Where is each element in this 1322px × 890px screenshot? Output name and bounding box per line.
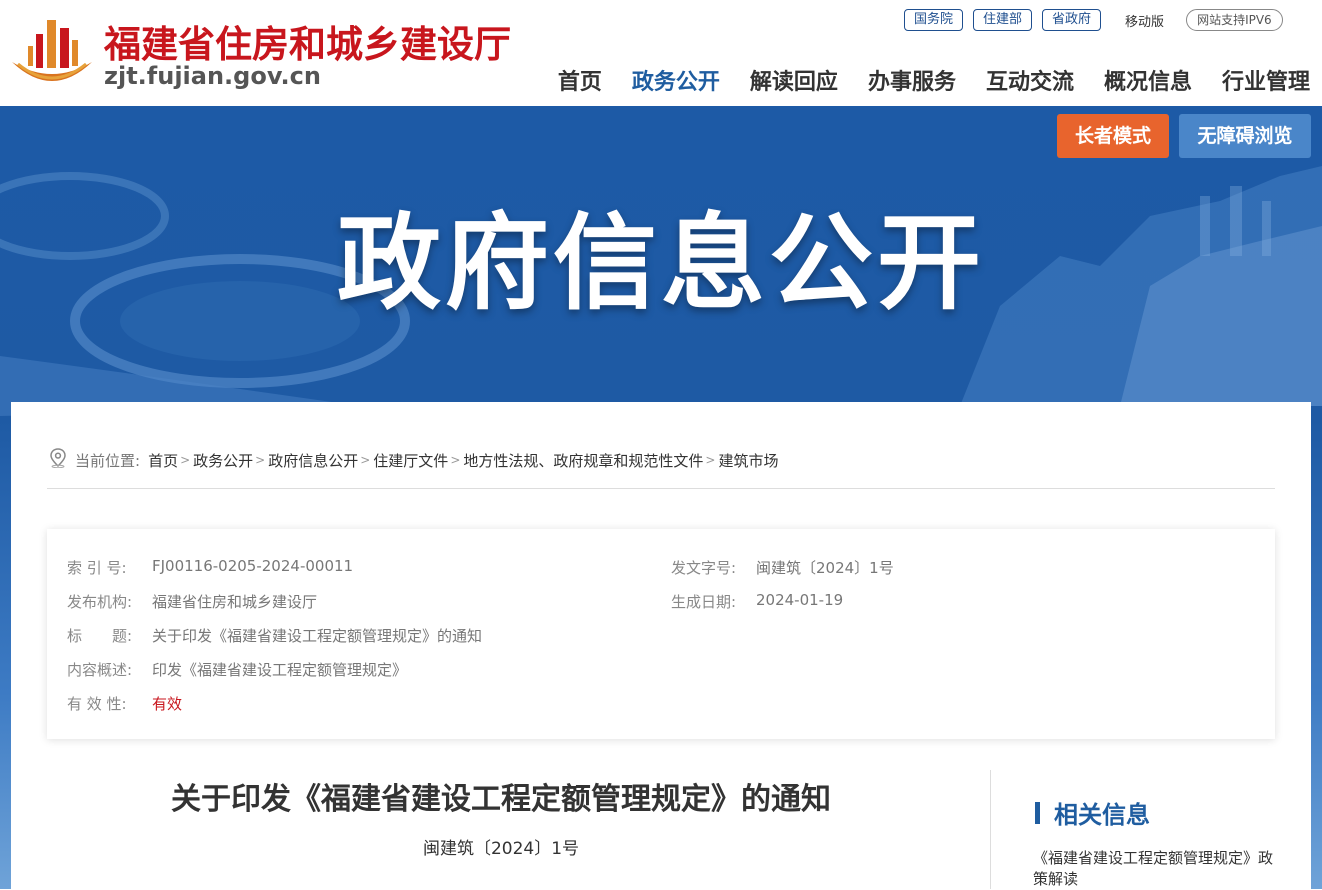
- meta-doc-number-key: 发文字号:: [671, 559, 737, 577]
- breadcrumb-separator-icon: >: [255, 453, 266, 467]
- breadcrumb-item-regulations[interactable]: 地方性法规、政府规章和规范性文件: [463, 450, 703, 471]
- top-link-provincial-gov[interactable]: 省政府: [1042, 9, 1102, 31]
- breadcrumb-label: 当前位置:: [75, 451, 141, 470]
- meta-org: 发布机构: 福建省住房和城乡建设厅: [67, 591, 317, 612]
- meta-index: 索 引 号: FJ00116-0205-2024-00011: [67, 557, 353, 578]
- meta-validity-key: 有 效 性:: [67, 695, 127, 713]
- meta-date: 生成日期: 2024-01-19: [671, 591, 843, 612]
- meta-org-value: 福建省住房和城乡建设厅: [152, 593, 318, 611]
- elder-mode-button[interactable]: 长者模式: [1057, 114, 1169, 158]
- ipv6-badge: 网站支持IPV6: [1186, 9, 1283, 31]
- breadcrumb-item-dept-docs[interactable]: 住建厅文件: [373, 450, 448, 471]
- top-link-state-council[interactable]: 国务院: [904, 9, 964, 31]
- accessible-browsing-button[interactable]: 无障碍浏览: [1179, 114, 1311, 158]
- breadcrumb-item-construction-market[interactable]: 建筑市场: [718, 450, 778, 471]
- related-link-policy-interpretation[interactable]: 《福建省建设工程定额管理规定》政策解读: [1033, 848, 1283, 890]
- meta-summary: 内容概述: 印发《福建省建设工程定额管理规定》: [67, 659, 407, 680]
- meta-summary-value: 印发《福建省建设工程定额管理规定》: [152, 661, 408, 679]
- logo-icon[interactable]: [8, 12, 96, 92]
- nav-item-overview[interactable]: 概况信息: [1104, 64, 1192, 96]
- breadcrumb-separator-icon: >: [705, 453, 716, 467]
- nav-item-industry[interactable]: 行业管理: [1222, 64, 1310, 96]
- breadcrumb: 当前位置: 首页 > 政务公开 > 政府信息公开 > 住建厅文件 > 地方性法规…: [49, 448, 778, 472]
- breadcrumb-item-info-disclosure[interactable]: 政府信息公开: [268, 450, 358, 471]
- nav-item-interaction[interactable]: 互动交流: [986, 64, 1074, 96]
- site-name[interactable]: 福建省住房和城乡建设厅: [104, 14, 511, 68]
- meta-date-value: 2024-01-19: [756, 591, 844, 609]
- meta-validity-value: 有效: [152, 695, 183, 713]
- main-nav: 首页 政务公开 解读回应 办事服务 互动交流 概况信息 行业管理: [528, 64, 1310, 96]
- nav-item-services[interactable]: 办事服务: [868, 64, 956, 96]
- meta-title-key: 标 题:: [67, 627, 133, 645]
- main-content: 当前位置: 首页 > 政务公开 > 政府信息公开 > 住建厅文件 > 地方性法规…: [11, 402, 1311, 889]
- meta-doc-number: 发文字号: 闽建筑〔2024〕1号: [671, 557, 894, 578]
- breadcrumb-separator-icon: >: [360, 453, 371, 467]
- meta-summary-key: 内容概述:: [67, 661, 133, 679]
- meta-index-key: 索 引 号:: [67, 559, 127, 577]
- document-metadata: 索 引 号: FJ00116-0205-2024-00011 发文字号: 闽建筑…: [47, 529, 1275, 739]
- heading-bar-icon: [1035, 801, 1040, 824]
- mobile-version-link[interactable]: 移动版: [1125, 11, 1164, 30]
- breadcrumb-item-home[interactable]: 首页: [148, 450, 178, 471]
- top-link-mohurd[interactable]: 住建部: [973, 9, 1033, 31]
- meta-doc-number-value: 闽建筑〔2024〕1号: [756, 559, 894, 577]
- banner-title: 政府信息公开: [336, 202, 985, 324]
- site-header: 福建省住房和城乡建设厅 zjt.fujian.gov.cn 国务院 住建部 省政…: [0, 0, 1322, 106]
- sidebar-divider: [990, 770, 991, 889]
- article-title: 关于印发《福建省建设工程定额管理规定》的通知: [171, 782, 831, 817]
- nav-item-home[interactable]: 首页: [558, 64, 602, 96]
- nav-item-gov-affairs[interactable]: 政务公开: [632, 64, 720, 96]
- site-domain: zjt.fujian.gov.cn: [104, 62, 321, 90]
- meta-title-value: 关于印发《福建省建设工程定额管理规定》的通知: [152, 627, 483, 645]
- article-doc-number: 闽建筑〔2024〕1号: [422, 839, 580, 859]
- meta-title: 标 题: 关于印发《福建省建设工程定额管理规定》的通知: [67, 625, 482, 646]
- meta-date-key: 生成日期:: [671, 593, 737, 611]
- breadcrumb-divider: [47, 488, 1275, 489]
- meta-validity: 有 效 性: 有效: [67, 693, 182, 714]
- breadcrumb-separator-icon: >: [450, 453, 461, 467]
- meta-index-value: FJ00116-0205-2024-00011: [152, 557, 354, 575]
- related-info-heading: 相关信息: [1035, 795, 1150, 830]
- breadcrumb-separator-icon: >: [180, 453, 191, 467]
- location-pin-icon: [49, 448, 67, 472]
- breadcrumb-item-gov-affairs[interactable]: 政务公开: [193, 450, 253, 471]
- meta-org-key: 发布机构:: [67, 593, 133, 611]
- top-links: 国务院 住建部 省政府 移动版 网站支持IPV6: [904, 9, 1283, 31]
- related-info-title: 相关信息: [1054, 801, 1150, 829]
- nav-item-interpretation[interactable]: 解读回应: [750, 64, 838, 96]
